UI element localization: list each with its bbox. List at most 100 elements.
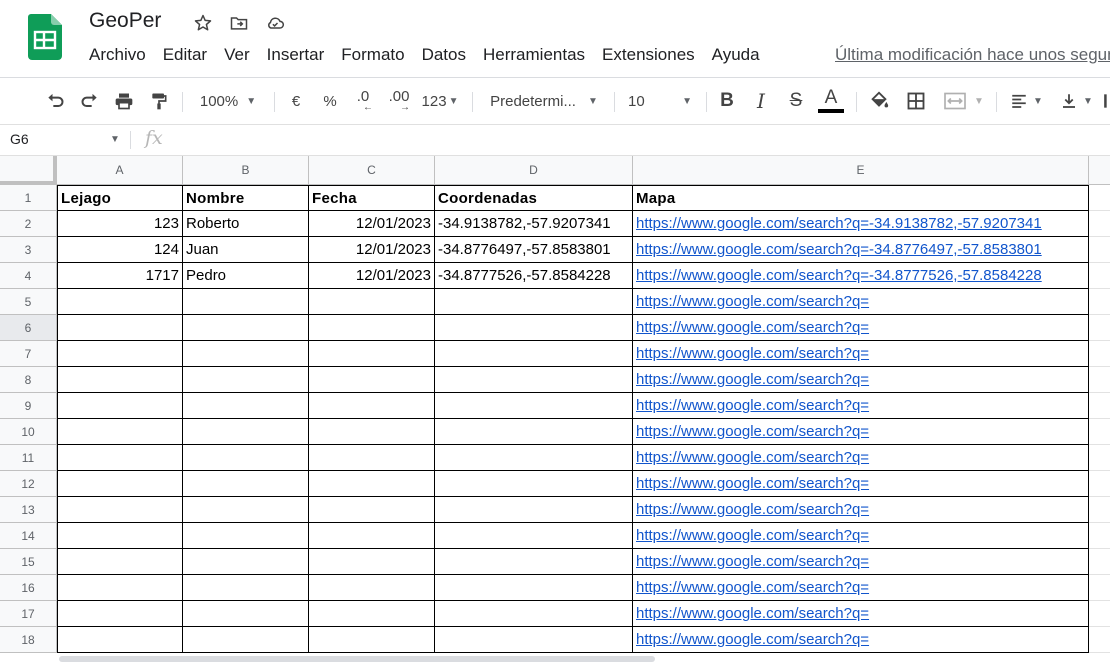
font-family-select[interactable]: Predetermi... ▼ bbox=[484, 78, 604, 124]
table-cell[interactable] bbox=[57, 315, 183, 341]
strikethrough-button[interactable]: S bbox=[785, 78, 807, 124]
table-cell[interactable]: 12/01/2023 bbox=[309, 263, 435, 289]
paint-format-icon[interactable] bbox=[146, 78, 172, 124]
redo-icon[interactable] bbox=[77, 78, 103, 124]
table-cell[interactable] bbox=[57, 393, 183, 419]
row-header[interactable]: 16 bbox=[0, 575, 57, 601]
row-header[interactable]: 14 bbox=[0, 523, 57, 549]
table-cell[interactable] bbox=[435, 523, 633, 549]
table-cell[interactable]: -34.8776497,-57.8583801 bbox=[435, 237, 633, 263]
table-cell[interactable] bbox=[183, 315, 309, 341]
header-cell[interactable]: Coordenadas bbox=[435, 185, 633, 211]
table-cell[interactable] bbox=[57, 289, 183, 315]
merge-cells-select[interactable]: ▼ bbox=[938, 78, 988, 124]
menu-archivo[interactable]: Archivo bbox=[89, 45, 146, 65]
table-cell[interactable] bbox=[183, 549, 309, 575]
table-cell[interactable] bbox=[309, 575, 435, 601]
table-cell[interactable]: 12/01/2023 bbox=[309, 211, 435, 237]
table-cell[interactable]: Roberto bbox=[183, 211, 309, 237]
column-header-e[interactable]: E bbox=[633, 156, 1089, 185]
menu-extensiones[interactable]: Extensiones bbox=[602, 45, 695, 65]
menu-formato[interactable]: Formato bbox=[341, 45, 404, 65]
table-cell[interactable] bbox=[309, 523, 435, 549]
map-link-cell[interactable]: https://www.google.com/search?q=-34.9138… bbox=[633, 211, 1089, 237]
table-cell[interactable]: -34.9138782,-57.9207341 bbox=[435, 211, 633, 237]
table-cell[interactable] bbox=[183, 601, 309, 627]
select-all-corner[interactable] bbox=[0, 156, 57, 185]
row-header[interactable]: 15 bbox=[0, 549, 57, 575]
name-box[interactable]: G6 bbox=[10, 131, 29, 147]
map-link-cell[interactable]: https://www.google.com/search?q= bbox=[633, 315, 1089, 341]
table-cell[interactable] bbox=[183, 419, 309, 445]
table-cell[interactable] bbox=[435, 575, 633, 601]
table-cell[interactable] bbox=[435, 627, 633, 653]
header-cell[interactable]: Mapa bbox=[633, 185, 1089, 211]
row-header[interactable]: 2 bbox=[0, 211, 57, 237]
table-cell[interactable] bbox=[309, 315, 435, 341]
zoom-select[interactable]: 100% ▼ bbox=[190, 78, 266, 124]
row-header[interactable]: 17 bbox=[0, 601, 57, 627]
row-header[interactable]: 4 bbox=[0, 263, 57, 289]
horizontal-scrollbar[interactable] bbox=[59, 656, 655, 662]
row-header[interactable]: 7 bbox=[0, 341, 57, 367]
table-cell[interactable] bbox=[183, 627, 309, 653]
table-cell[interactable] bbox=[183, 341, 309, 367]
row-header[interactable]: 6 bbox=[0, 315, 57, 341]
italic-button[interactable]: I bbox=[750, 78, 772, 124]
map-link-cell[interactable]: https://www.google.com/search?q= bbox=[633, 471, 1089, 497]
table-cell[interactable]: 124 bbox=[57, 237, 183, 263]
column-header-d[interactable]: D bbox=[435, 156, 633, 185]
table-cell[interactable]: 12/01/2023 bbox=[309, 237, 435, 263]
formula-input[interactable] bbox=[186, 125, 1106, 155]
column-header-a[interactable]: A bbox=[57, 156, 183, 185]
table-cell[interactable]: 123 bbox=[57, 211, 183, 237]
star-icon[interactable] bbox=[192, 12, 214, 34]
header-cell[interactable]: Nombre bbox=[183, 185, 309, 211]
currency-format-button[interactable]: € bbox=[284, 78, 308, 124]
row-header[interactable]: 8 bbox=[0, 367, 57, 393]
row-header[interactable]: 12 bbox=[0, 471, 57, 497]
menu-ayuda[interactable]: Ayuda bbox=[712, 45, 760, 65]
row-header[interactable]: 1 bbox=[0, 185, 57, 211]
table-cell[interactable]: Pedro bbox=[183, 263, 309, 289]
table-cell[interactable] bbox=[309, 445, 435, 471]
table-cell[interactable] bbox=[435, 601, 633, 627]
table-cell[interactable] bbox=[183, 289, 309, 315]
row-header[interactable]: 18 bbox=[0, 627, 57, 653]
table-cell[interactable] bbox=[57, 523, 183, 549]
table-cell[interactable] bbox=[435, 367, 633, 393]
move-folder-icon[interactable] bbox=[228, 12, 250, 34]
table-cell[interactable] bbox=[309, 627, 435, 653]
table-cell[interactable] bbox=[57, 601, 183, 627]
table-cell[interactable] bbox=[435, 549, 633, 575]
table-cell[interactable]: -34.8777526,-57.8584228 bbox=[435, 263, 633, 289]
table-cell[interactable] bbox=[309, 497, 435, 523]
row-header[interactable]: 11 bbox=[0, 445, 57, 471]
table-cell[interactable] bbox=[309, 393, 435, 419]
table-cell[interactable] bbox=[435, 341, 633, 367]
table-cell[interactable] bbox=[435, 497, 633, 523]
fill-color-icon[interactable] bbox=[866, 78, 892, 124]
map-link-cell[interactable]: https://www.google.com/search?q= bbox=[633, 549, 1089, 575]
table-cell[interactable] bbox=[309, 367, 435, 393]
menu-datos[interactable]: Datos bbox=[422, 45, 466, 65]
map-link-cell[interactable]: https://www.google.com/search?q= bbox=[633, 523, 1089, 549]
map-link-cell[interactable]: https://www.google.com/search?q= bbox=[633, 393, 1089, 419]
menu-insertar[interactable]: Insertar bbox=[267, 45, 325, 65]
text-wrap-icon[interactable] bbox=[1100, 78, 1110, 124]
undo-icon[interactable] bbox=[42, 78, 68, 124]
table-cell[interactable] bbox=[183, 497, 309, 523]
table-cell[interactable] bbox=[183, 445, 309, 471]
print-icon[interactable] bbox=[111, 78, 137, 124]
decrease-decimals-button[interactable]: .0 ← bbox=[350, 78, 376, 124]
bold-button[interactable]: B bbox=[716, 78, 738, 124]
table-cell[interactable] bbox=[57, 341, 183, 367]
table-cell[interactable] bbox=[57, 419, 183, 445]
table-cell[interactable] bbox=[309, 549, 435, 575]
map-link-cell[interactable]: https://www.google.com/search?q= bbox=[633, 367, 1089, 393]
table-cell[interactable] bbox=[183, 575, 309, 601]
header-cell[interactable]: Fecha bbox=[309, 185, 435, 211]
map-link-cell[interactable]: https://www.google.com/search?q= bbox=[633, 289, 1089, 315]
table-cell[interactable] bbox=[309, 419, 435, 445]
font-size-select[interactable]: 10 ▼ bbox=[624, 78, 696, 124]
